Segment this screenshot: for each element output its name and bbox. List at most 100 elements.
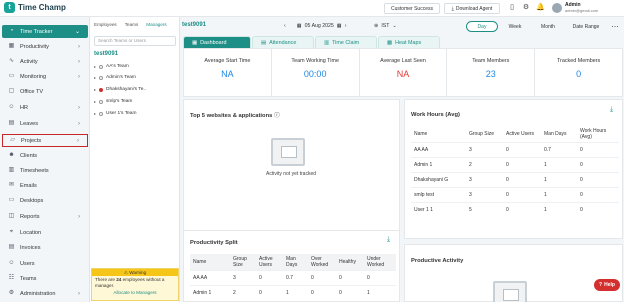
column-header[interactable]: Group Size	[230, 254, 256, 271]
hr-icon: ☺	[8, 104, 15, 110]
column-header[interactable]: Healthy	[336, 254, 364, 271]
sidebar-item-users[interactable]: ☺ Users	[2, 257, 88, 270]
tab-attendance[interactable]: ▤ Attendance	[252, 36, 314, 48]
logo-mark-icon: t	[4, 2, 15, 13]
column-header[interactable]: Name	[411, 126, 466, 143]
column-header[interactable]: Man Days	[283, 254, 308, 271]
table-cell: Admin 1	[411, 157, 466, 173]
team-search-input[interactable]: Search Teams or Users	[94, 36, 176, 46]
table-cell: 1	[364, 285, 396, 301]
team-list-item[interactable]: ▸ Admin's Team	[94, 73, 178, 82]
column-header[interactable]: Active Users	[256, 254, 283, 271]
help-button[interactable]: ? Help	[594, 279, 620, 291]
column-header[interactable]: Group Size	[466, 126, 503, 143]
notification-icon[interactable]: 🔔	[536, 4, 545, 12]
tab-dashboard[interactable]: ▦ Dashboard	[183, 36, 251, 48]
sidebar-item-projects[interactable]: ▱ Projects ›	[2, 134, 88, 147]
warning-header: ⚠ Warning	[92, 269, 178, 276]
main-content: test9091 ‹ ▦ 05 Aug 2025 ▦ › ⊕ IST ⌄ Day…	[180, 17, 624, 302]
table-cell: Dhakshayani G	[411, 172, 466, 188]
column-header[interactable]: Active Users	[503, 126, 541, 143]
team-list-item[interactable]: ▸ AA's Team	[94, 62, 178, 71]
date-picker[interactable]: ‹ ▦ 05 Aug 2025 ▦ ›	[284, 23, 346, 29]
sidebar-item-emails[interactable]: ✉ Emails	[2, 179, 88, 192]
sidebar-item-office-tv[interactable]: ▢ Office TV	[2, 85, 88, 98]
tab-label: Time Claim	[332, 39, 360, 46]
warning-text-pre: There are	[95, 277, 115, 282]
settings-icon[interactable]: ⚙	[522, 4, 530, 12]
table-cell: 0	[308, 285, 336, 301]
download-agent-button[interactable]: ⤓ Download Agent	[444, 3, 500, 14]
table-cell: 0	[503, 157, 541, 173]
sidebar-item-location[interactable]: ⌖ Location	[2, 226, 88, 239]
team-list-item[interactable]: ▸ smlp's Team	[94, 97, 178, 106]
timezone-select[interactable]: ⊕ IST ⌄	[374, 23, 397, 29]
team-list-item[interactable]: ▸ User 1's Team	[94, 109, 178, 118]
document-icon[interactable]: ▯	[508, 4, 516, 12]
column-header[interactable]: Under Worked	[364, 254, 396, 271]
tab-employees[interactable]: Employees	[94, 22, 117, 27]
download-icon[interactable]: ⤓	[610, 106, 613, 114]
mail-icon: ✉	[8, 182, 15, 188]
work-hours-table: Name Group Size Active Users Man Days Wo…	[411, 126, 619, 218]
user-email: admin@gmail.com	[565, 8, 599, 13]
sidebar-item-reports[interactable]: ◫ Reports ›	[2, 210, 88, 223]
table-cell: 0	[577, 187, 619, 203]
top-websites-title: Top 5 websites & applications ⓘ	[190, 110, 280, 119]
column-header[interactable]: Man Days	[541, 126, 577, 143]
table-cell: 1	[541, 172, 577, 188]
sidebar-item-teams[interactable]: ☷ Teams	[2, 272, 88, 285]
range-date-range-button[interactable]: Date Range	[566, 21, 606, 32]
sidebar-item-productivity[interactable]: ▦ Productivity ›	[2, 40, 88, 53]
avatar[interactable]	[552, 3, 562, 13]
sidebar-item-timesheets[interactable]: ▥ Timesheets	[2, 164, 88, 177]
top-bar: t Time Champ Customer Success ⤓ Download…	[0, 0, 624, 17]
work-hours-card: Work Hours (Avg) ⤓ Name Group Size Activ…	[404, 99, 623, 239]
chevron-right-icon[interactable]: ›	[345, 23, 347, 29]
tab-time-claim[interactable]: ▥ Time Claim	[315, 36, 377, 48]
team-panel: Employees Teams Managers Search Teams or…	[90, 17, 180, 302]
dashboard-icon: ▦	[192, 39, 198, 46]
table-header-row: Name Group Size Active Users Man Days Wo…	[411, 126, 619, 143]
sidebar-item-label: Users	[20, 260, 35, 267]
table-row: AA AA 3 0 0.7 0 0 0	[190, 270, 396, 286]
download-icon[interactable]: ⤓	[387, 236, 390, 244]
timesheet-icon: ▥	[8, 167, 15, 173]
sidebar-item-invoices[interactable]: ▤ Invoices	[2, 241, 88, 254]
tab-managers[interactable]: Managers	[146, 22, 166, 27]
table-cell: User 1 1	[411, 202, 466, 218]
chevron-left-icon[interactable]: ‹	[284, 23, 286, 29]
sidebar-item-monitoring[interactable]: ▭ Monitoring ›	[2, 70, 88, 83]
sidebar-item-hr[interactable]: ☺ HR ›	[2, 101, 88, 114]
tab-heat-maps[interactable]: ▩ Heat Maps	[378, 36, 440, 48]
stats-row: Average Start Time NA Team Working Time 00…	[183, 48, 623, 97]
app-logo[interactable]: t Time Champ	[4, 2, 66, 13]
chevron-right-icon: ›	[77, 137, 79, 144]
team-label: AA's Team	[106, 64, 129, 69]
sidebar-item-clients[interactable]: ☻ Clients	[2, 149, 88, 162]
more-icon[interactable]: ⋯	[610, 21, 620, 32]
column-header[interactable]: Work Hours (Avg)	[577, 126, 619, 143]
range-week-button[interactable]: Week	[502, 21, 528, 32]
tab-teams[interactable]: Teams	[125, 22, 139, 27]
range-month-button[interactable]: Month	[534, 21, 562, 32]
team-root-title[interactable]: test9091	[94, 51, 118, 57]
sidebar-item-time-tracker[interactable]: ◔ Time Tracker ⌄	[2, 25, 88, 38]
team-list-item[interactable]: ▸ Dhakshayani's Te..	[94, 85, 178, 94]
table-cell: 2	[466, 157, 503, 173]
sidebar-item-desktops[interactable]: ▭ Desktops	[2, 194, 88, 207]
customer-success-button[interactable]: Customer Success	[384, 3, 440, 14]
sidebar-item-leaves[interactable]: ▤ Leaves ›	[2, 117, 88, 130]
info-icon[interactable]: ⓘ	[274, 113, 280, 119]
column-header[interactable]: Over Worked	[308, 254, 336, 271]
sidebar-item-activity[interactable]: ∿ Activity ›	[2, 55, 88, 68]
sidebar-item-label: Invoices	[20, 244, 41, 251]
calendar-small-icon: ▦	[336, 23, 342, 29]
sidebar-item-label: Leaves	[20, 120, 39, 127]
range-day-button[interactable]: Day	[466, 21, 498, 32]
allocate-managers-link[interactable]: Allocate to Managers	[92, 290, 178, 295]
table-cell: 0	[256, 285, 283, 301]
column-header[interactable]: Name	[190, 254, 230, 271]
sidebar-item-label: Monitoring	[20, 73, 47, 80]
sidebar-item-administration[interactable]: ⚙ Administration ›	[2, 287, 88, 300]
